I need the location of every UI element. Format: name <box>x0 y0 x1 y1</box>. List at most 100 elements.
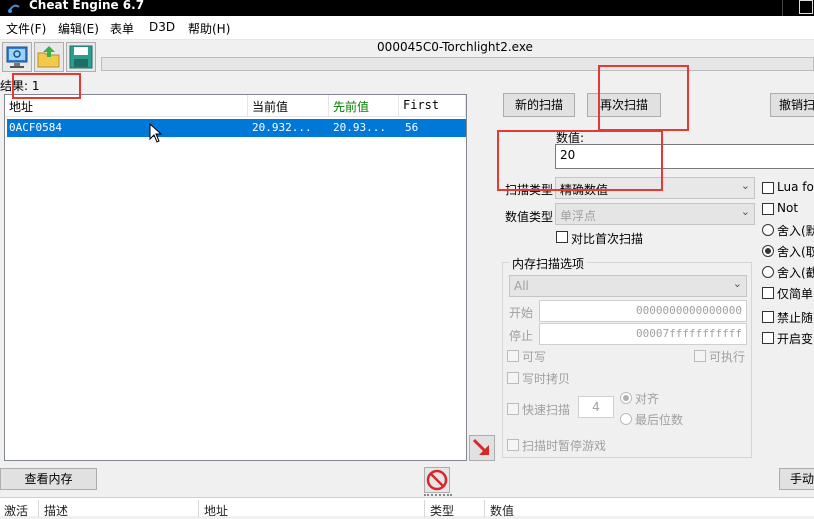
computer-icon <box>6 46 28 68</box>
round-nearest-radio[interactable] <box>762 245 774 257</box>
executable-checkbox[interactable] <box>694 350 706 362</box>
window-title: Cheat Engine 6.7 <box>29 0 145 12</box>
simple-values-checkbox[interactable] <box>762 287 774 299</box>
start-label: 开始 <box>509 306 534 320</box>
chevron-down-icon: ⌄ <box>732 277 742 290</box>
column-divider <box>198 500 199 517</box>
menu-edit[interactable]: 编辑(E) <box>58 20 99 37</box>
not-label: Not <box>777 201 799 215</box>
simple-values-label: 仅简单 <box>777 287 814 301</box>
executable-label: 可执行 <box>709 350 746 364</box>
result-row[interactable]: 0ACF0584 20.932... 20.93... 56 <box>7 119 466 137</box>
menu-help[interactable]: 帮助(H) <box>188 20 230 37</box>
menu-d3d[interactable]: D3D <box>149 20 175 34</box>
fast-scan-checkbox[interactable] <box>507 403 519 415</box>
menu-bar: 文件(F) 编辑(E) 表单 D3D 帮助(H) <box>0 16 814 40</box>
pause-game-checkbox[interactable] <box>507 439 519 451</box>
pause-game-label: 扫描时暂停游戏 <box>522 439 607 453</box>
folder-icon <box>37 46 60 68</box>
enable-speedhack-label: 开启变 <box>777 332 814 346</box>
maximize-button[interactable] <box>782 0 814 16</box>
column-type[interactable]: 类型 <box>430 502 454 519</box>
start-address-input[interactable]: 0000000000000000 <box>539 300 747 322</box>
clear-list-button[interactable] <box>424 467 450 493</box>
add-to-list-button[interactable] <box>469 435 495 461</box>
next-scan-button[interactable]: 再次扫描 <box>587 93 661 117</box>
column-address-bottom[interactable]: 地址 <box>204 502 228 519</box>
chevron-down-icon: ⌄ <box>740 205 750 218</box>
column-divider <box>424 500 425 517</box>
results-list[interactable]: 地址 当前值 先前值 First 0ACF0584 20.932... 20.9… <box>4 94 467 461</box>
row-previous: 20.93... <box>333 121 386 134</box>
scan-progress-bar <box>101 57 814 71</box>
value-type-select[interactable]: 单浮点 ⌄ <box>555 203 755 225</box>
row-address: 0ACF0584 <box>9 121 62 134</box>
round-default-label: 舍入(默 <box>777 224 814 238</box>
memory-region-select[interactable]: All ⌄ <box>509 275 747 297</box>
enable-speedhack-checkbox[interactable] <box>762 332 774 344</box>
fast-scan-label: 快速扫描 <box>522 403 571 417</box>
chevron-down-icon: ⌄ <box>740 179 750 192</box>
menu-table[interactable]: 表单 <box>110 20 134 37</box>
memory-group-label: 内存扫描选项 <box>509 255 588 272</box>
scan-type-select[interactable]: 精确数值 ⌄ <box>555 177 755 199</box>
value-input[interactable]: 20 <box>555 144 814 169</box>
copy-on-write-label: 写时拷贝 <box>522 372 571 386</box>
stop-address-input[interactable]: 00007fffffffffff <box>539 323 747 345</box>
last-digits-radio[interactable] <box>620 413 632 425</box>
column-previous-value[interactable]: 先前值 <box>329 95 399 117</box>
scan-type-label: 扫描类型 <box>505 183 554 197</box>
copy-on-write-checkbox[interactable] <box>507 372 519 384</box>
address-list-header: 激活 描述 地址 类型 数值 <box>0 497 814 519</box>
maximize-icon <box>799 0 813 14</box>
save-icon <box>69 45 93 69</box>
mouse-cursor-icon <box>149 123 163 143</box>
column-description[interactable]: 描述 <box>44 502 68 519</box>
last-digits-label: 最后位数 <box>635 413 684 427</box>
round-truncate-label: 舍入(截 <box>777 266 814 280</box>
open-process-button[interactable] <box>2 42 32 72</box>
column-value[interactable]: 数值 <box>490 502 514 519</box>
title-bar: Cheat Engine 6.7 <box>0 0 814 16</box>
menu-file[interactable]: 文件(F) <box>6 20 46 37</box>
stop-label: 停止 <box>509 329 534 343</box>
cheat-engine-icon <box>8 4 20 13</box>
disable-random-label: 禁止随 <box>777 311 814 325</box>
lua-formula-checkbox[interactable] <box>762 182 774 194</box>
column-divider <box>38 500 39 517</box>
writable-label: 可写 <box>522 350 547 364</box>
round-default-radio[interactable] <box>762 224 774 236</box>
column-address[interactable]: 地址 <box>5 95 248 117</box>
column-current-value[interactable]: 当前值 <box>248 95 329 117</box>
fast-scan-value-input[interactable]: 4 <box>578 396 614 418</box>
open-file-button[interactable] <box>34 42 64 72</box>
alignment-radio[interactable] <box>620 392 632 404</box>
value-type-value: 单浮点 <box>560 209 597 223</box>
view-memory-button[interactable]: 查看内存 <box>0 468 97 490</box>
save-button[interactable] <box>66 42 96 72</box>
results-count: 结果: 1 <box>0 79 40 93</box>
undo-scan-button[interactable]: 撤销扫 <box>770 93 814 117</box>
value-type-label: 数值类型 <box>505 210 554 224</box>
row-first: 56 <box>405 121 419 134</box>
column-active[interactable]: 激活 <box>4 502 28 519</box>
round-nearest-label: 舍入(取 <box>777 245 814 259</box>
scan-type-value: 精确数值 <box>560 183 609 197</box>
arrow-down-right-icon <box>472 438 489 455</box>
process-name: 000045C0-Torchlight2.exe <box>377 40 533 54</box>
alignment-label: 对齐 <box>635 392 660 406</box>
compare-first-checkbox[interactable] <box>556 231 568 243</box>
memory-region-value: All <box>514 279 529 293</box>
row-current: 20.932... <box>252 121 312 134</box>
column-first[interactable]: First <box>399 95 466 117</box>
disable-random-checkbox[interactable] <box>762 311 774 323</box>
writable-checkbox[interactable] <box>507 350 519 362</box>
column-divider <box>484 500 485 517</box>
not-checkbox[interactable] <box>762 203 774 215</box>
new-scan-button[interactable]: 新的扫描 <box>503 93 575 117</box>
no-entry-icon <box>426 469 448 491</box>
round-truncate-radio[interactable] <box>762 266 774 278</box>
lua-formula-label: Lua fo <box>777 180 814 194</box>
manual-add-button[interactable]: 手动 <box>779 468 814 490</box>
compare-first-label: 对比首次扫描 <box>571 232 644 246</box>
